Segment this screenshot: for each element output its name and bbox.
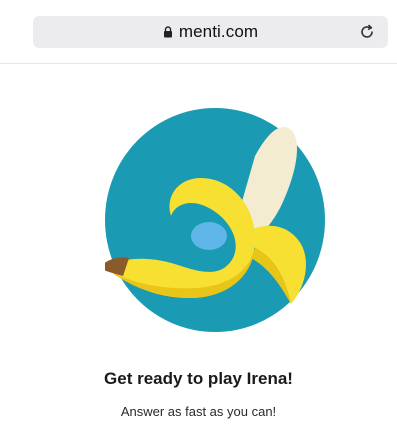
url-container[interactable]: menti.com: [33, 16, 388, 48]
toolbar-divider: [0, 63, 397, 64]
page-title: Get ready to play Irena!: [104, 369, 293, 388]
lock-icon: [163, 26, 172, 38]
screen: menti.com Get ready to play Irena! Answe…: [0, 0, 397, 426]
address-bar[interactable]: menti.com: [33, 16, 388, 48]
url-text[interactable]: menti.com: [179, 22, 258, 42]
blue-accent: [191, 222, 227, 250]
banana-illustration: [105, 108, 325, 332]
reload-icon[interactable]: [358, 23, 376, 41]
page-subtitle: Answer as fast as you can!: [120, 404, 277, 419]
